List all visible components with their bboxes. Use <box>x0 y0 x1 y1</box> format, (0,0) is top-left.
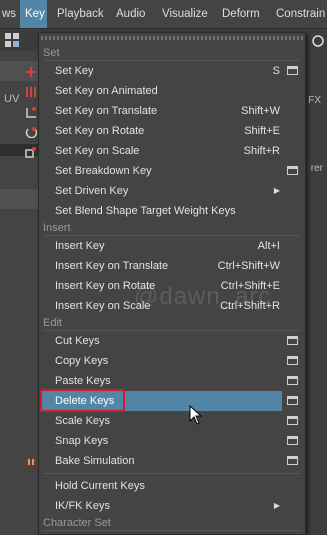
snap-keys-options-icon[interactable] <box>287 436 298 445</box>
bake-simulation-options-icon[interactable] <box>287 456 298 465</box>
scale-key-icon <box>25 141 37 161</box>
watermark: @dawn_arc <box>134 283 272 310</box>
menu-item-set-key-translate[interactable]: Set Key on Translate Shift+W <box>26 101 282 121</box>
rotate-key-icon <box>25 121 38 141</box>
divider <box>43 473 301 474</box>
menu-item-copy-keys[interactable]: Copy Keys <box>40 351 282 371</box>
set-key-options-icon[interactable] <box>287 66 298 75</box>
menu-windows[interactable]: ws <box>0 0 20 28</box>
camera-icon <box>312 35 324 47</box>
menu-item-set-key[interactable]: Set Key S <box>26 61 282 81</box>
menu-item-set-key-scale[interactable]: Set Key on Scale Shift+R <box>25 141 282 161</box>
paste-keys-options-icon[interactable] <box>287 376 298 385</box>
menu-audio[interactable]: Audio <box>111 0 150 28</box>
menu-deform[interactable]: Deform <box>217 0 265 28</box>
menu-item-cut-keys[interactable]: Cut Keys <box>40 331 282 351</box>
breakdown-options-icon[interactable] <box>287 166 298 175</box>
menu-item-set-blend-shape-keys[interactable]: Set Blend Shape Target Weight Keys <box>40 201 282 221</box>
uv-tab[interactable]: UV <box>4 93 19 105</box>
menu-item-paste-keys[interactable]: Paste Keys <box>40 371 282 391</box>
menu-item-scale-keys[interactable]: Scale Keys <box>40 411 282 431</box>
menu-item-snap-keys[interactable]: Snap Keys <box>40 431 282 451</box>
menu-item-set-key-rotate[interactable]: Set Key on Rotate Shift+E <box>25 121 282 141</box>
grid-icon <box>5 33 19 47</box>
tearoff-handle[interactable] <box>41 36 303 40</box>
menu-item-set-key-animated[interactable]: Set Key on Animated <box>26 81 282 101</box>
annotation-highlight-box <box>40 389 125 412</box>
menu-item-insert-key-translate[interactable]: Insert Key on Translate Ctrl+Shift+W <box>40 256 282 276</box>
copy-keys-options-icon[interactable] <box>287 356 298 365</box>
submenu-arrow-icon: ▶ <box>273 501 280 510</box>
scale-keys-options-icon[interactable] <box>287 416 298 425</box>
menu-item-bake-simulation[interactable]: Bake Simulation <box>26 451 282 471</box>
section-edit: Edit <box>43 317 62 329</box>
submenu-arrow-icon: ▶ <box>273 186 280 195</box>
key-dropdown-menu: Set Set Key S Set Key on Animated Set Ke… <box>25 32 306 535</box>
cut-keys-options-icon[interactable] <box>287 336 298 345</box>
background-strip <box>0 29 39 51</box>
menu-item-ik-fk-keys[interactable]: IK/FK Keys ▶ <box>40 496 282 516</box>
section-insert: Insert <box>43 222 71 234</box>
background-strip <box>0 189 39 209</box>
menu-item-hold-current-keys[interactable]: Hold Current Keys <box>40 476 282 496</box>
menu-constrain[interactable]: Constrain <box>271 0 327 28</box>
menu-visualize[interactable]: Visualize <box>157 0 213 28</box>
panel-label: rer <box>310 163 323 174</box>
menu-playback[interactable]: Playback <box>52 0 109 28</box>
translate-key-icon <box>25 101 37 121</box>
animated-key-icon <box>25 81 37 101</box>
main-menubar: ws Key Playback Audio Visualize Deform C… <box>0 0 327 29</box>
fx-tab[interactable]: FX <box>308 95 321 106</box>
menu-key[interactable]: Key <box>20 0 47 28</box>
menu-item-set-driven-key[interactable]: Set Driven Key ▶ <box>40 181 282 201</box>
section-character-set: Character Set <box>43 517 111 529</box>
menu-item-set-breakdown-key[interactable]: Set Breakdown Key <box>40 161 282 181</box>
mouse-cursor-icon <box>189 405 203 425</box>
bake-simulation-icon <box>25 451 37 471</box>
menu-item-insert-key[interactable]: Insert Key Alt+I <box>40 236 282 256</box>
delete-keys-options-icon[interactable] <box>287 396 298 405</box>
section-set: Set <box>43 47 60 59</box>
divider <box>43 530 301 531</box>
set-key-icon <box>25 61 37 81</box>
